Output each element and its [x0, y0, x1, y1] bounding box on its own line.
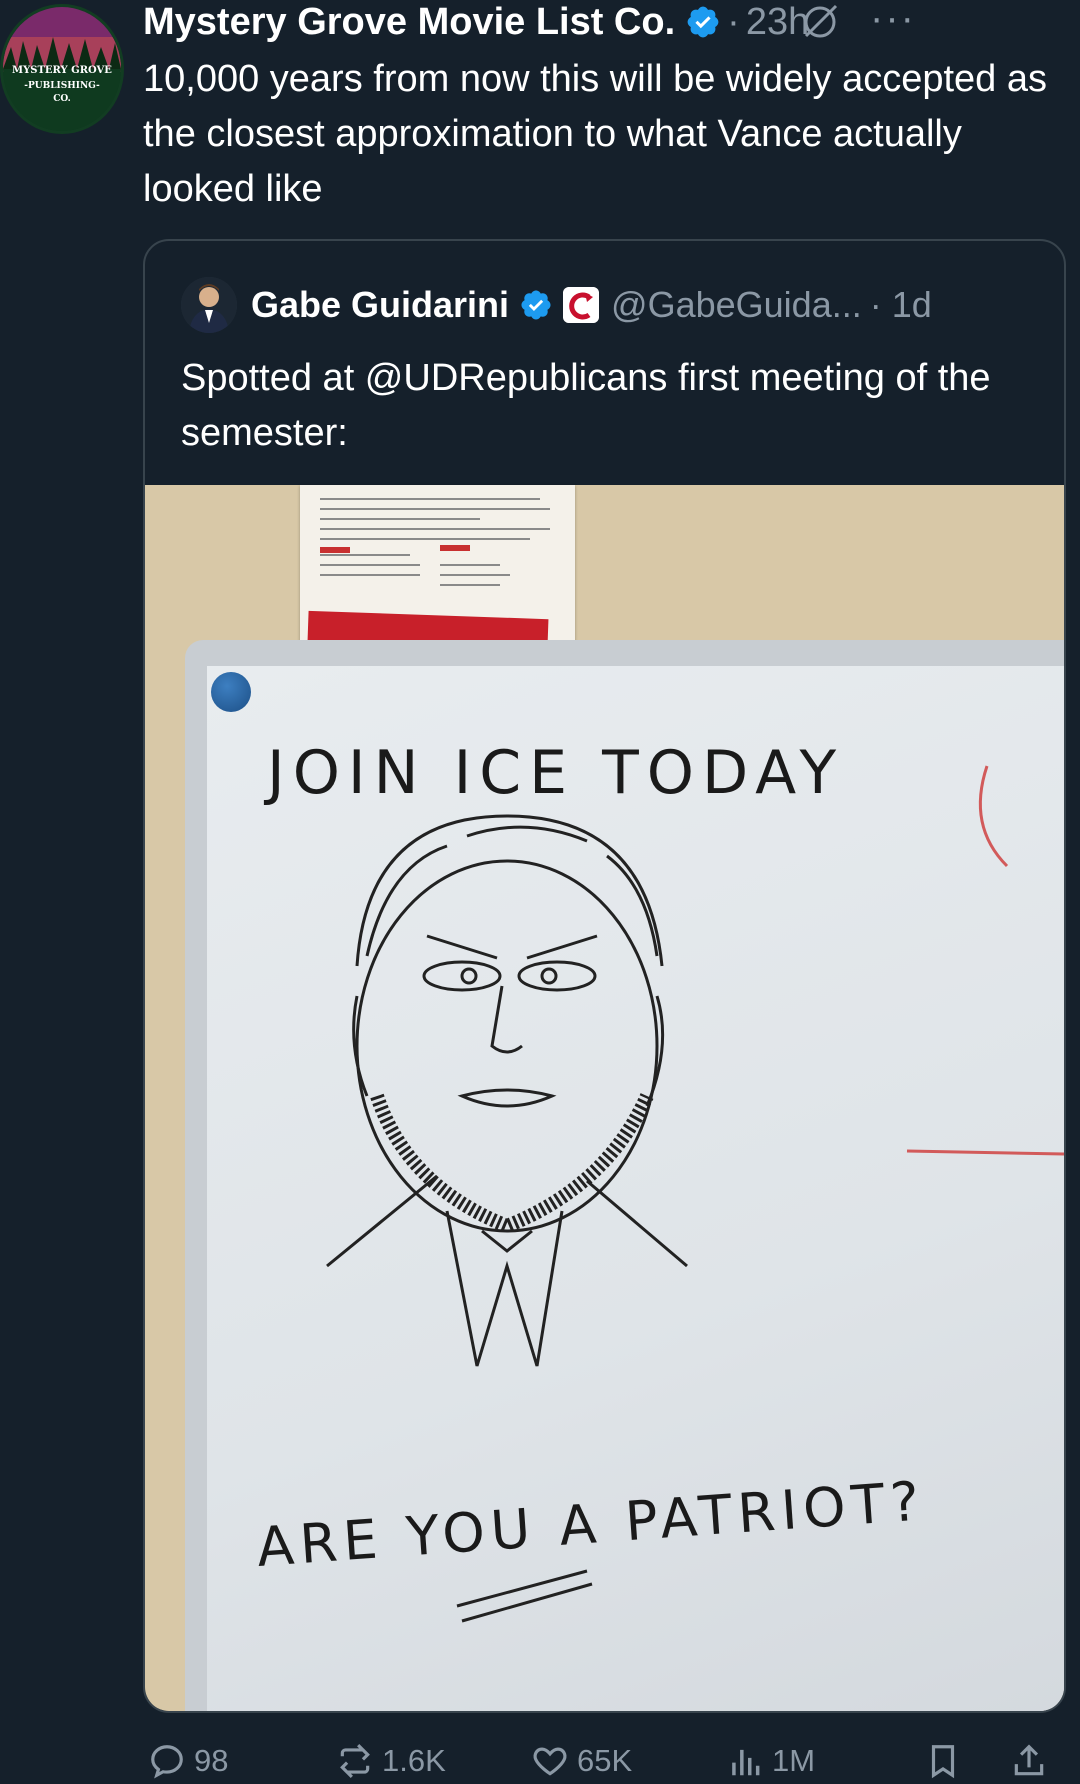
verified-icon [521, 290, 551, 320]
share-button[interactable] [1010, 1742, 1048, 1780]
reply-button[interactable]: 98 [148, 1742, 228, 1780]
quoted-tweet-time[interactable]: · 1d [870, 284, 932, 326]
more-icon[interactable]: ··· [870, 0, 916, 41]
like-button[interactable]: 65K [531, 1742, 632, 1780]
quoted-tweet[interactable]: Gabe Guidarini @GabeGuida... · 1d Spotte… [143, 239, 1066, 1713]
reply-icon [151, 1745, 183, 1779]
views-count: 1M [772, 1743, 816, 1778]
avatar-line1: MYSTERY GROVE [12, 65, 112, 76]
repost-icon [340, 1744, 370, 1778]
like-icon [533, 1747, 567, 1776]
whiteboard-surface: JOIN ICE TODAY ARE YOU A PATRIOT? [207, 666, 1064, 1711]
quoted-author-name[interactable]: Gabe Guidarini [251, 284, 509, 326]
share-icon [1014, 1744, 1044, 1776]
tweet-header: Mystery Grove Movie List Co. · 23h [143, 0, 1063, 44]
repost-button[interactable]: 1.6K [336, 1742, 446, 1780]
views-button[interactable]: 1M [726, 1742, 815, 1780]
author-name[interactable]: Mystery Grove Movie List Co. [143, 1, 675, 44]
like-count: 65K [577, 1743, 633, 1778]
wall-flyer [300, 485, 575, 665]
views-icon [732, 1749, 760, 1776]
whiteboard: JOIN ICE TODAY ARE YOU A PATRIOT? [185, 640, 1064, 1711]
grok-icon[interactable] [800, 2, 840, 42]
quoted-tweet-header: Gabe Guidarini @GabeGuida... · 1d [181, 277, 932, 333]
bookmark-icon [931, 1745, 955, 1779]
magnet [211, 672, 251, 712]
board-text-line1: JOIN ICE TODAY [267, 738, 845, 808]
quoted-author-avatar[interactable] [181, 277, 237, 333]
tweet-text: 10,000 years from now this will be widel… [143, 58, 1048, 210]
repost-count: 1.6K [382, 1743, 446, 1778]
quoted-tweet-photo[interactable]: JOIN ICE TODAY ARE YOU A PATRIOT? [145, 485, 1064, 1711]
reply-count: 98 [194, 1743, 229, 1778]
action-bar: 98 1.6K 65K 1M [148, 1742, 1060, 1784]
bookmark-button[interactable] [924, 1742, 962, 1780]
verified-icon [687, 6, 719, 38]
separator: · [727, 0, 740, 43]
affiliation-badge-icon[interactable] [563, 287, 600, 323]
avatar-line3: CO. [53, 94, 71, 104]
quoted-author-handle[interactable]: @GabeGuida... [611, 284, 862, 326]
quoted-tweet-text: Spotted at @UDRepublicans first meeting … [181, 357, 991, 454]
avatar-line2: -PUBLISHING- [24, 81, 100, 91]
author-avatar[interactable]: MYSTERY GROVE -PUBLISHING- CO. [0, 4, 124, 134]
